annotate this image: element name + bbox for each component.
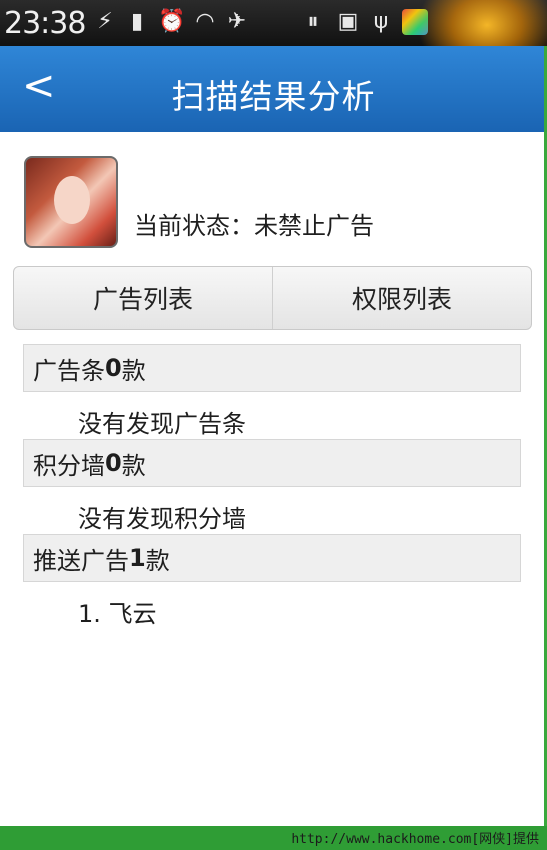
tab-ad-list[interactable]: 广告列表	[14, 267, 272, 329]
app-avatar	[24, 156, 118, 248]
section-title: 推送广告	[33, 546, 129, 575]
title-bar: < 扫描结果分析	[0, 46, 547, 132]
page-title: 扫描结果分析	[171, 77, 376, 116]
battery-charging-icon: ⚡	[97, 9, 113, 34]
section-body-banner: 没有发现广告条	[78, 410, 246, 438]
section-header-offerwall: 积分墙 0 款	[23, 439, 521, 487]
tab-bar: 广告列表 权限列表	[13, 266, 532, 330]
section-title: 广告条	[33, 356, 105, 385]
airplane-icon: ✈	[227, 9, 247, 34]
watermark-text: http://www.hackhome.com[网侠]提供	[291, 832, 539, 847]
section-title: 积分墙	[33, 451, 105, 480]
section-header-banner: 广告条 0 款	[23, 344, 521, 392]
section-unit: 款	[121, 356, 146, 385]
signal-icon: ▮	[130, 9, 144, 34]
section-count: 0	[105, 354, 122, 382]
current-status: 当前状态：未禁止广告	[134, 212, 374, 240]
section-count: 0	[105, 449, 122, 477]
avatar-face	[54, 176, 90, 224]
push-ad-list-item[interactable]: 1. 飞云	[78, 594, 157, 629]
section-body-offerwall: 没有发现积分墙	[78, 505, 246, 533]
tab-permission-list[interactable]: 权限列表	[272, 267, 531, 329]
pause-icon: ⏸	[307, 9, 319, 34]
clock: 23:38	[4, 6, 86, 41]
usb-icon: ψ	[373, 9, 389, 34]
footer-bar: http://www.hackhome.com[网侠]提供	[0, 826, 547, 850]
status-bar: 23:38 ⚡ ▮ ⏰ ◠ ✈ ⏸ ▣ ψ	[0, 0, 547, 80]
section-unit: 款	[121, 451, 146, 480]
alarm-icon: ⏰	[158, 9, 186, 34]
usb-storage-icon: ▣	[337, 9, 359, 34]
section-header-push-ads: 推送广告 1 款	[23, 534, 521, 582]
section-count: 1	[129, 544, 146, 572]
section-unit: 款	[145, 546, 170, 575]
wifi-icon: ◠	[195, 9, 215, 34]
